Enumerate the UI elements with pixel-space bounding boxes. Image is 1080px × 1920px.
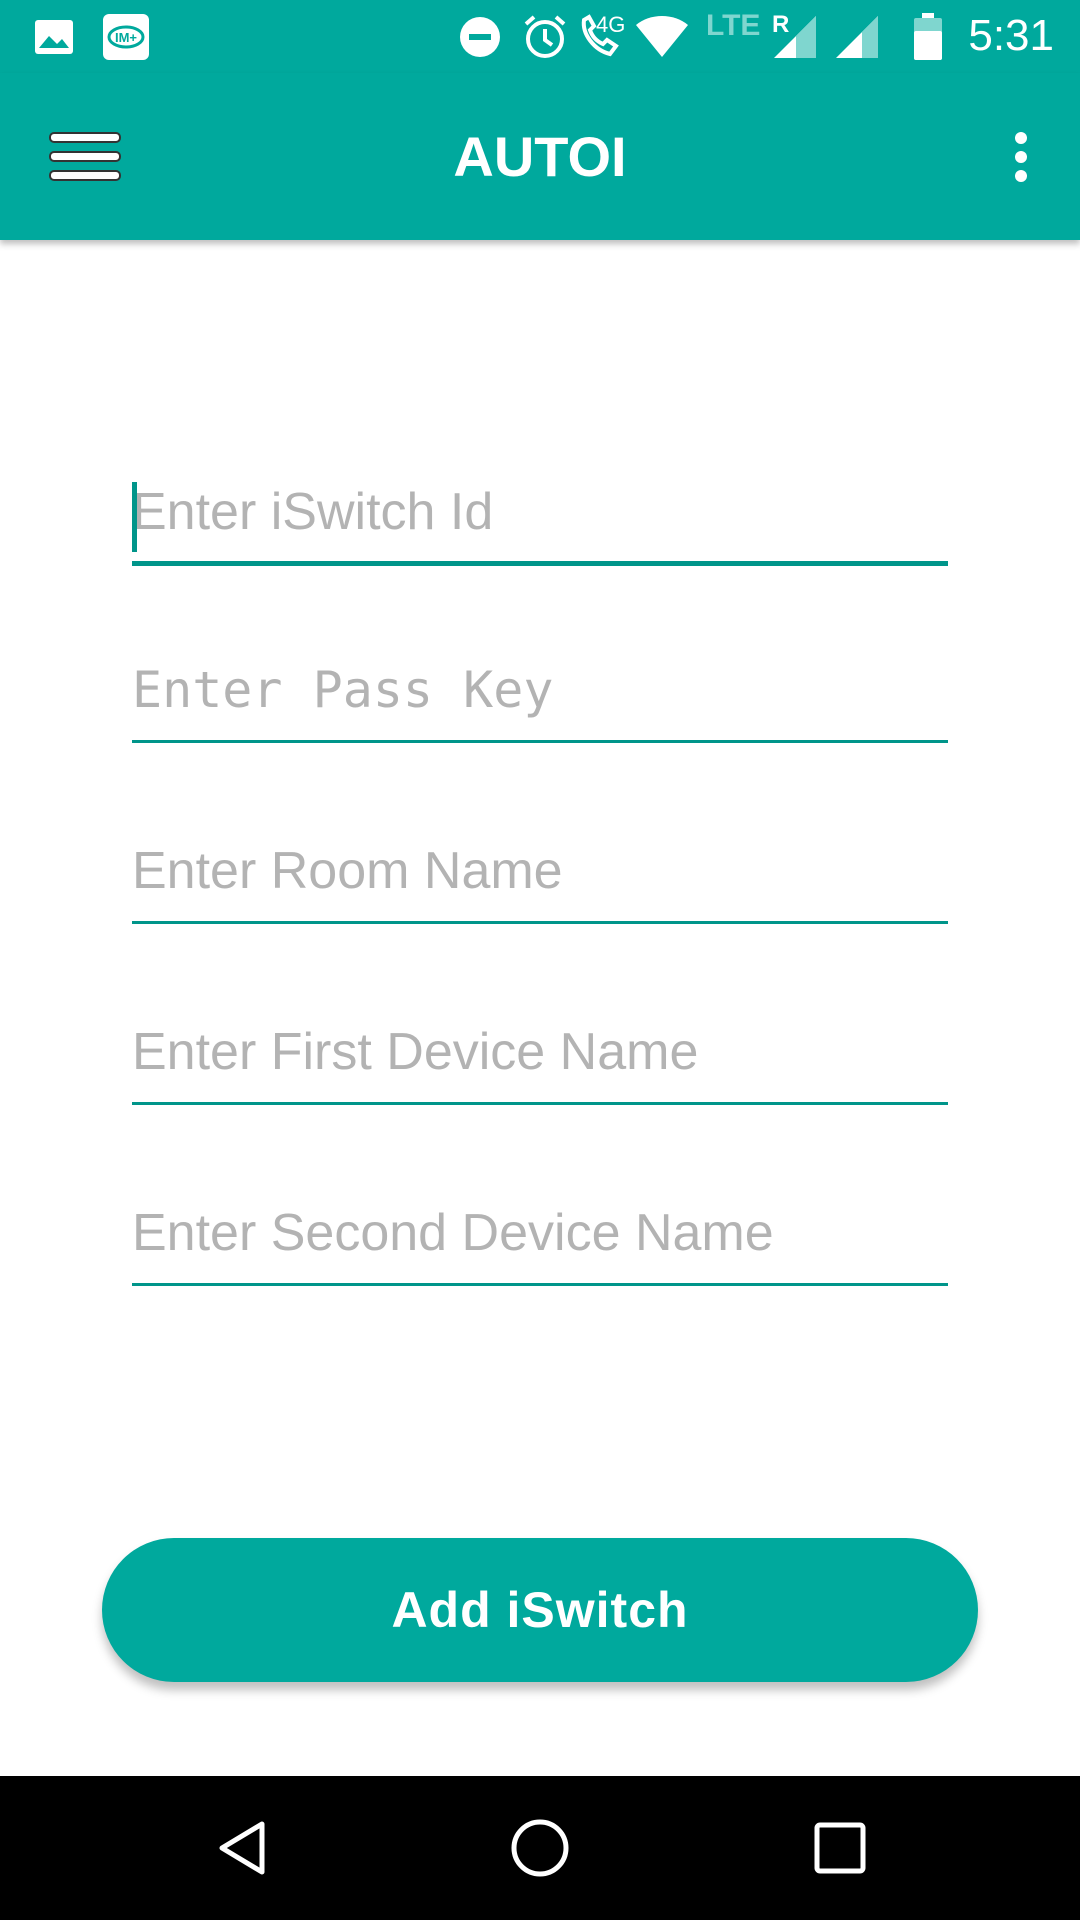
text-cursor [132,482,137,552]
svg-text:IM+: IM+ [115,30,137,45]
iswitch-id-input[interactable] [132,476,948,566]
more-vert-icon[interactable] [986,117,1056,197]
do-not-disturb-icon [458,12,502,62]
back-icon[interactable] [192,1798,292,1898]
im-plus-icon: IM+ [102,12,150,62]
second-device-name-input[interactable] [132,1196,948,1286]
app-title: AUTOI [453,125,627,188]
image-icon [34,12,74,62]
signal-icon [772,12,818,62]
status-bar: IM+ 4G LTE R 5:31 [0,0,1080,73]
first-device-field [132,1015,948,1105]
wifi-icon [634,12,690,62]
room-name-field [132,834,948,924]
signal-icon-2 [834,12,880,62]
status-time: 5:31 [968,11,1054,60]
battery-icon [912,12,944,62]
second-device-field [132,1196,948,1286]
add-iswitch-button[interactable]: Add iSwitch [102,1538,978,1682]
home-icon[interactable] [490,1798,590,1898]
room-name-input[interactable] [132,834,948,924]
network-type-label: 4G [596,12,626,37]
alarm-icon [522,12,568,62]
pass-key-input[interactable] [132,653,948,743]
lte-label: LTE [706,9,761,42]
iswitch-id-field [132,476,948,566]
navigation-bar [0,1776,1080,1920]
first-device-name-input[interactable] [132,1015,948,1105]
recents-icon[interactable] [790,1798,890,1898]
pass-key-field [132,653,948,743]
hamburger-menu-icon[interactable] [40,117,130,197]
app-bar: AUTOI [0,73,1080,240]
